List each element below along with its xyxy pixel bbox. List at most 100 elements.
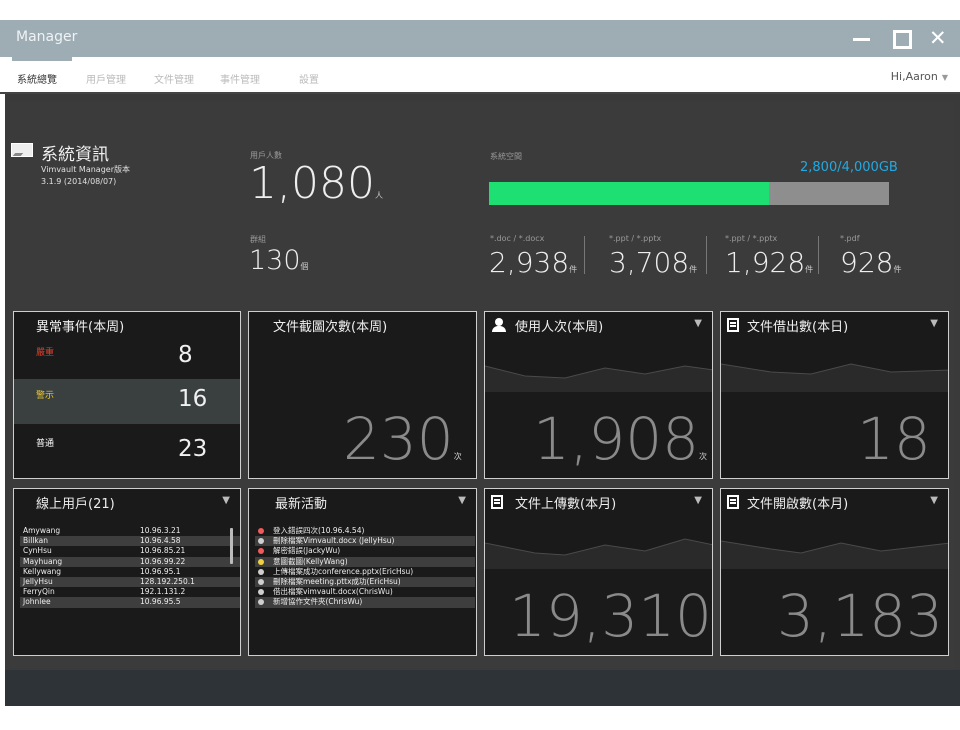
- tab-users[interactable]: 用戶管理: [86, 71, 126, 86]
- product-version: 3.1.9 (2014/08/07): [41, 177, 117, 186]
- user-ip: 10.96.4.58: [140, 536, 181, 546]
- activity-item[interactable]: 上傳檔案成功conference.pptx(EricHsu): [255, 567, 475, 577]
- event-row-normal[interactable]: 普通 23: [14, 424, 240, 469]
- usage-count: 1,908次: [533, 410, 707, 468]
- system-info-title: 系統資訊: [41, 145, 109, 165]
- status-dot-icon: [258, 578, 264, 585]
- nav-tabbar: 系統總覽 用戶管理 文件管理 事件管理 設置 Hi,Aaron ▼: [0, 57, 960, 94]
- status-dot-icon: [258, 558, 264, 565]
- groups-label: 群組: [250, 235, 266, 244]
- activity-text: 刪除檔案Vimvault.docx (JellyHsu): [273, 536, 395, 546]
- users-value: 1,080: [249, 158, 375, 209]
- usage-unit: 次: [699, 452, 708, 461]
- activity-item[interactable]: 意圖截圖(KellyWang): [255, 556, 475, 567]
- filetype-pptx-unit: 件: [805, 265, 814, 274]
- tab-settings[interactable]: 設置: [299, 71, 319, 86]
- chevron-down-icon[interactable]: ▼: [222, 495, 230, 506]
- chevron-down-icon[interactable]: ▼: [694, 495, 702, 506]
- chevron-down-icon[interactable]: ▼: [930, 495, 938, 506]
- events-title: 異常事件(本周): [36, 320, 125, 335]
- user-name: Amywang: [23, 526, 61, 535]
- activity-panel: 最新活動 ▼ 登入錯誤四次(10.96.4.54) 刪除檔案Vimvault.do…: [248, 488, 477, 656]
- open-panel: 文件開啟數(本月) ▼ 3,183: [720, 488, 949, 656]
- maximize-icon[interactable]: [889, 26, 913, 50]
- user-name: Billkan: [23, 536, 48, 546]
- upload-value: 19,310: [509, 582, 712, 650]
- user-ip: 10.96.95.5: [140, 597, 181, 607]
- activity-item[interactable]: 解密錯誤(JackyWu): [255, 546, 475, 556]
- filetype-pdf-label: *.pdf: [840, 234, 860, 243]
- chevron-down-icon[interactable]: ▼: [694, 318, 702, 329]
- document-icon: [491, 495, 503, 509]
- online-user-row[interactable]: Billkan 10.96.4.58: [20, 536, 240, 547]
- lend-sparkline: [721, 363, 948, 392]
- chevron-down-icon[interactable]: ▼: [458, 495, 466, 506]
- online-user-row[interactable]: CynHsu 10.96.85.21: [20, 546, 240, 556]
- status-dot-icon: [258, 528, 264, 534]
- event-row-warning[interactable]: 警示 16: [14, 379, 240, 424]
- activity-text: 解密錯誤(JackyWu): [273, 546, 341, 556]
- screenshots-unit: 次: [453, 452, 462, 461]
- activity-text: 借出檔案vimvault.docx(ChrisWu): [273, 587, 393, 597]
- status-dot-icon: [258, 568, 264, 575]
- status-dot-icon: [258, 589, 264, 596]
- status-dot-icon: [258, 538, 264, 545]
- monitor-icon: [11, 143, 33, 157]
- online-user-row[interactable]: Amywang 10.96.3.21: [20, 526, 240, 536]
- user-name: FerryQin: [23, 587, 55, 597]
- document-icon: [727, 318, 739, 332]
- online-user-row[interactable]: Johnlee 10.96.95.5: [20, 597, 240, 608]
- filetype-pdf-unit: 件: [893, 265, 902, 274]
- event-critical-count: 8: [178, 342, 193, 368]
- online-user-row[interactable]: FerryQin 192.1.131.2: [20, 587, 240, 597]
- event-normal-label: 普通: [36, 439, 55, 449]
- online-users-list: Amywang 10.96.3.21 Billkan 10.96.4.58 CynHsu…: [20, 526, 240, 608]
- user-menu[interactable]: Hi,Aaron ▼: [891, 70, 948, 83]
- activity-item[interactable]: 新增協作文件夾(ChrisWu): [255, 597, 475, 608]
- online-user-row[interactable]: JellyHsu 128.192.250.1: [20, 576, 240, 588]
- chevron-down-icon[interactable]: ▼: [930, 318, 938, 329]
- activity-text: 刪除檔案meeting.pttx成功(EricHsu): [273, 576, 401, 586]
- event-row-critical[interactable]: 嚴重 8: [14, 334, 240, 379]
- scrollbar[interactable]: [230, 528, 233, 564]
- filetype-pptx-value: 1,928: [725, 246, 806, 279]
- usage-value: 1,908: [533, 405, 700, 473]
- activity-item[interactable]: 借出檔案vimvault.docx(ChrisWu): [255, 587, 475, 597]
- chevron-down-icon: ▼: [941, 73, 948, 82]
- open-count: 3,183: [777, 582, 944, 650]
- online-user-row[interactable]: Mayhuang 10.96.99.22: [20, 556, 240, 567]
- users-unit: 人: [374, 191, 383, 200]
- groups-count: 130個: [249, 245, 309, 276]
- tab-events[interactable]: 事件管理: [220, 71, 260, 86]
- storage-label: 系統空間: [490, 152, 522, 161]
- filetype-pptx-label: *.ppt / *.pptx: [725, 234, 778, 243]
- app-title: Manager: [16, 29, 78, 45]
- filetype-pptx-count: 1,928件: [725, 246, 813, 279]
- user-ip: 192.1.131.2: [140, 587, 186, 597]
- window-titlebar: Manager ✕: [0, 20, 960, 57]
- close-icon[interactable]: ✕: [929, 26, 953, 50]
- filetype-ppt-count: 3,708件: [609, 246, 697, 279]
- divider: [584, 236, 585, 274]
- lend-count: 18: [857, 405, 931, 473]
- lend-panel: 文件借出數(本日) ▼ 18: [720, 311, 949, 479]
- tab-documents[interactable]: 文件管理: [154, 71, 194, 86]
- filetype-ppt-value: 3,708: [609, 246, 690, 279]
- filetype-doc-label: *.doc / *.docx: [490, 234, 545, 243]
- online-user-row[interactable]: Kellywang 10.96.95.1: [20, 567, 240, 577]
- screenshots-title: 文件截圖次數(本周): [273, 320, 388, 335]
- usage-panel: 使用人次(本周) ▼ 1,908次: [484, 311, 713, 479]
- upload-panel: 文件上傳數(本月) ▼ 19,310個: [484, 488, 713, 656]
- event-normal-count: 23: [178, 436, 208, 462]
- storage-value: 2,800/4,000GB: [800, 160, 898, 175]
- activity-item[interactable]: 刪除檔案Vimvault.docx (JellyHsu): [255, 536, 475, 547]
- storage-bar: [489, 182, 889, 205]
- activity-item[interactable]: 登入錯誤四次(10.96.4.54): [255, 526, 475, 536]
- online-users-panel: 線上用戶(21) ▼ Amywang 10.96.3.21 Billkan 10.96…: [13, 488, 241, 656]
- minimize-icon[interactable]: [850, 26, 874, 50]
- tab-overview[interactable]: 系統總覽: [17, 71, 57, 86]
- groups-value: 130: [249, 245, 301, 276]
- bottom-bar: [5, 670, 960, 706]
- screenshots-value: 230: [343, 405, 454, 473]
- activity-item[interactable]: 刪除檔案meeting.pttx成功(EricHsu): [255, 576, 475, 588]
